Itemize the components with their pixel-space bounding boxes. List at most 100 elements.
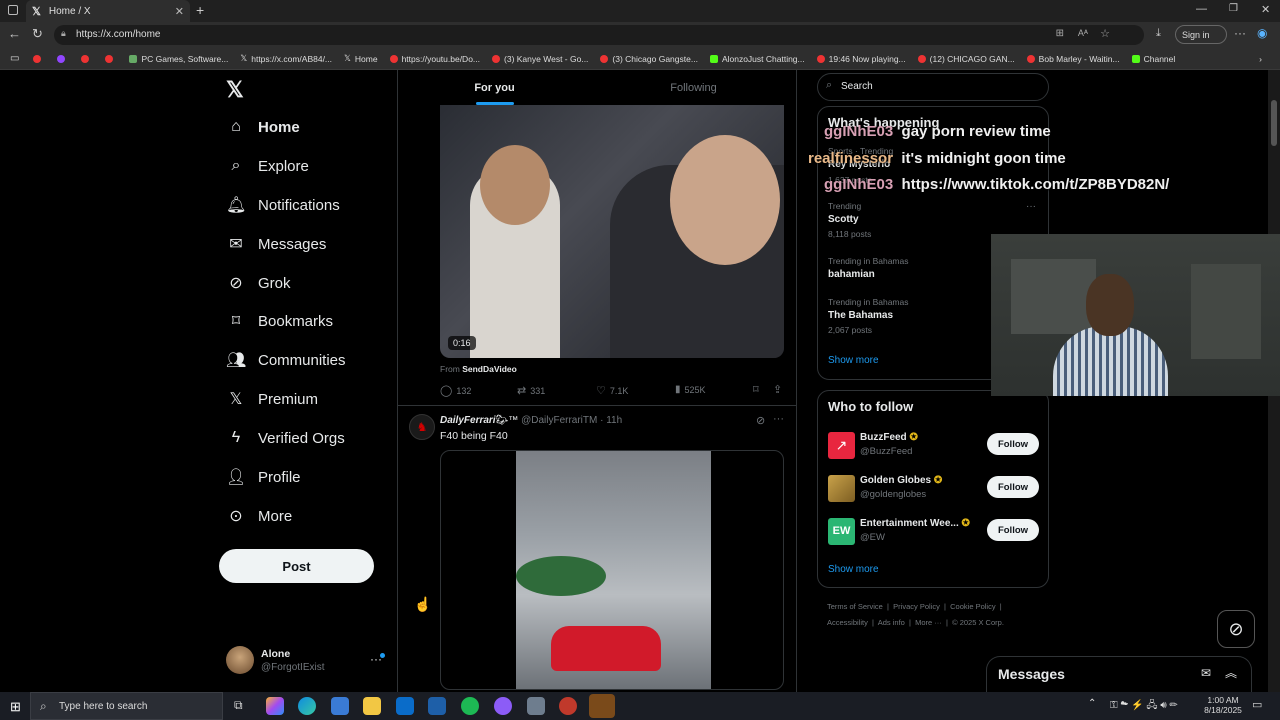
file-explorer-taskbar-icon[interactable]	[363, 697, 381, 715]
buzzfeed-logo-icon[interactable]: ↗	[828, 432, 855, 459]
follow-name[interactable]: Entertainment Wee... ✪	[860, 518, 970, 529]
post-video[interactable]: 0:16	[440, 105, 784, 358]
tab-actions-icon[interactable]	[8, 5, 18, 15]
bookmark-item[interactable]: 𝕏 Home	[344, 53, 378, 64]
trend-more-icon[interactable]: ···	[1026, 201, 1036, 212]
bookmark-item[interactable]: Channel	[1131, 54, 1175, 64]
edge-taskbar-icon[interactable]	[298, 697, 316, 715]
footer-link[interactable]: Privacy Policy	[893, 602, 940, 611]
bookmark-item[interactable]: 𝕏https://x.com/AB84/...	[240, 53, 332, 64]
follow-name[interactable]: BuzzFeed ✪	[860, 432, 918, 443]
back-icon[interactable]: ←	[8, 26, 21, 41]
taskbar-search-input[interactable]: ⌕ Type here to search	[30, 692, 223, 720]
bookmarks-icon[interactable]: ▭	[10, 53, 19, 64]
app-icon[interactable]: ⊞	[1056, 28, 1064, 39]
tray-icons[interactable]: ⚿ ☁ ⚡ 🖧︎ 🔊︎ ✏	[1110, 698, 1178, 715]
new-tab-icon[interactable]: +	[196, 2, 204, 18]
bookmark-item[interactable]: (3) Kanye West - Go...	[492, 54, 588, 64]
favorite-star-icon[interactable]: ☆	[1100, 27, 1110, 40]
follow-name[interactable]: Golden Globes ✪	[860, 475, 942, 486]
post-more-icon[interactable]: ···	[773, 413, 784, 425]
bookmark-item[interactable]	[33, 54, 45, 63]
nav-premium[interactable]: 𝕏 Premium	[226, 385, 318, 413]
golden-globes-logo-icon[interactable]	[828, 475, 855, 502]
nav-messages[interactable]: ✉ Messages	[226, 230, 326, 258]
clock[interactable]: 1:00 AM 8/18/2025	[1200, 695, 1246, 715]
footer-link[interactable]: Ads info	[878, 618, 905, 627]
post-avatar[interactable]: ♞	[409, 414, 435, 440]
follow-button-golden-globes[interactable]: Follow	[987, 476, 1039, 498]
bookmarks-overflow-icon[interactable]: ›	[1259, 54, 1262, 64]
trend-name[interactable]: Scotty	[828, 214, 859, 225]
nav-grok[interactable]: ⊘ Grok	[226, 269, 290, 297]
grok-explain-icon[interactable]: ⊘	[756, 414, 765, 427]
refresh-icon[interactable]: ↻	[32, 26, 43, 42]
bookmark-item[interactable]	[57, 54, 69, 63]
task-view-icon[interactable]: ⧉	[234, 698, 243, 713]
outlook-taskbar-icon[interactable]	[396, 697, 414, 715]
nav-explore[interactable]: ⌕ Explore	[226, 152, 309, 180]
footer-link[interactable]: More ···	[915, 618, 942, 627]
trend-name[interactable]: bahamian	[828, 269, 875, 280]
new-message-icon[interactable]: ✉	[1201, 666, 1211, 680]
search-input[interactable]: ⌕ Search	[817, 73, 1049, 101]
post-author[interactable]: DailyFerrari🐎︎™ @DailyFerrariTM · 11h	[440, 415, 622, 426]
nav-profile[interactable]: 👤︎ Profile	[226, 463, 301, 491]
footer-link[interactable]: Terms of Service	[827, 602, 883, 611]
close-tab-icon[interactable]: ✕	[175, 5, 184, 18]
show-more-trends[interactable]: Show more	[828, 355, 879, 366]
tab-following[interactable]: Following	[597, 70, 790, 105]
epic-games-taskbar-icon[interactable]	[589, 694, 615, 718]
post-video-ferrari[interactable]	[440, 450, 784, 690]
bookmark-post-icon[interactable]: ⌑	[753, 383, 759, 396]
close-window-icon[interactable]: ✕	[1261, 3, 1270, 16]
sign-in-button[interactable]: Sign in	[1175, 25, 1227, 44]
nav-notifications[interactable]: 🔔︎ Notifications	[226, 191, 340, 219]
nav-home[interactable]: ⌂ Home	[226, 113, 300, 141]
tray-overflow-icon[interactable]: ⌃	[1088, 698, 1096, 709]
nav-more[interactable]: ⊙ More	[226, 502, 292, 530]
copilot-icon[interactable]: ◉	[1257, 26, 1267, 40]
nav-communities[interactable]: 👥︎ Communities	[226, 346, 346, 374]
read-aloud-icon[interactable]: Aᴬ	[1078, 28, 1088, 38]
bookmark-item[interactable]: Bob Marley - Waitin...	[1026, 54, 1120, 64]
bookmark-item[interactable]	[81, 54, 93, 63]
bookmark-item[interactable]: (12) CHICAGO GAN...	[917, 54, 1015, 64]
copilot-taskbar-icon[interactable]	[266, 697, 284, 715]
reply-action[interactable]: ◯ 132	[440, 384, 471, 397]
views-action[interactable]: ▮ 525K	[675, 384, 706, 395]
trend-name[interactable]: The Bahamas	[828, 310, 893, 321]
post-button[interactable]: Post	[219, 549, 374, 583]
bookmark-item[interactable]	[105, 54, 117, 63]
app-taskbar-icon[interactable]	[527, 697, 545, 715]
repost-action[interactable]: ⇄ 331	[517, 384, 545, 397]
notification-center-icon[interactable]: ▭	[1252, 698, 1262, 711]
bookmark-item[interactable]: https://youtu.be/Do...	[389, 54, 480, 64]
app-taskbar-icon[interactable]	[559, 697, 577, 715]
minimize-icon[interactable]: —	[1196, 3, 1207, 15]
collapse-up-icon[interactable]: ︽	[1225, 664, 1237, 681]
scrollbar-thumb[interactable]	[1271, 100, 1277, 146]
maximize-icon[interactable]: ❐	[1229, 3, 1238, 14]
messages-drawer[interactable]: Messages ✉ ︽	[986, 656, 1252, 692]
windows-start-icon[interactable]: ⊞	[10, 699, 21, 715]
grok-floating-button[interactable]: ⊘	[1217, 610, 1255, 648]
more-menu-icon[interactable]: ···	[1234, 26, 1246, 40]
footer-link[interactable]: Cookie Policy	[950, 602, 995, 611]
x-home-logo-icon[interactable]: 𝕏	[226, 77, 244, 103]
url-bar[interactable]: 🔒︎ https://x.com/home ⊞ Aᴬ ☆	[54, 25, 1144, 45]
bookmark-item[interactable]: PC Games, Software...	[129, 54, 228, 64]
bookmark-item[interactable]: 19:46 Now playing...	[816, 54, 906, 64]
nav-verified-orgs[interactable]: ϟ Verified Orgs	[226, 424, 345, 452]
calculator-taskbar-icon[interactable]	[428, 697, 446, 715]
like-action[interactable]: ♡ 7.1K	[596, 384, 628, 397]
follow-button-buzzfeed[interactable]: Follow	[987, 433, 1039, 455]
app-taskbar-icon[interactable]	[494, 697, 512, 715]
bookmark-item[interactable]: AlonzoJust Chatting...	[709, 54, 805, 64]
show-more-follow[interactable]: Show more	[828, 564, 879, 575]
ew-logo-icon[interactable]: EW	[828, 518, 855, 545]
download-icon[interactable]: ⤓	[1156, 27, 1161, 40]
nav-bookmarks[interactable]: ⌑ Bookmarks	[226, 307, 333, 335]
avatar[interactable]	[226, 646, 254, 674]
share-icon[interactable]: ⇪	[773, 383, 782, 396]
